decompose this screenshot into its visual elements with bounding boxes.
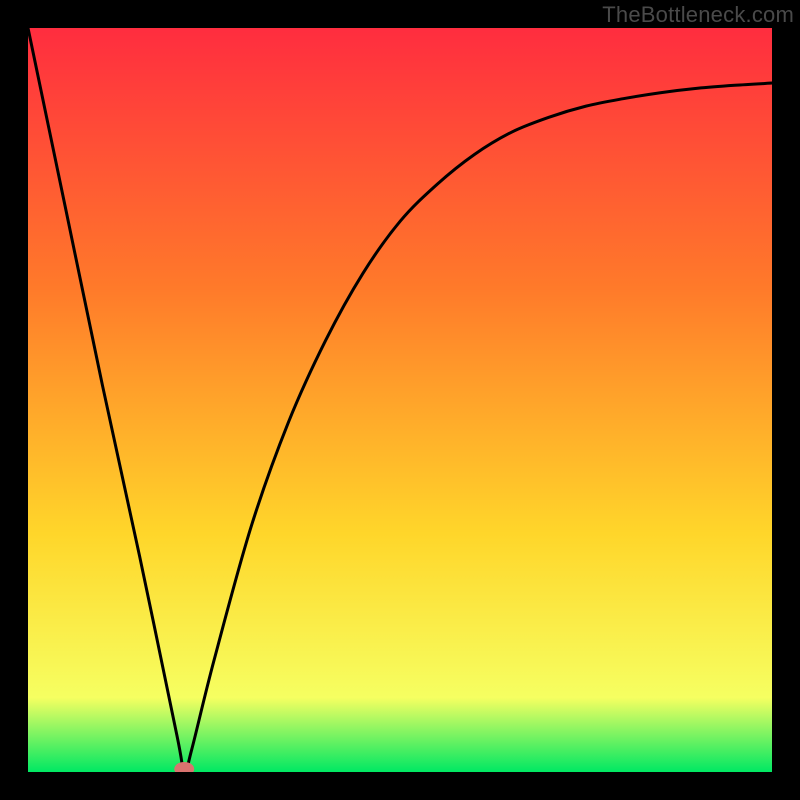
watermark-text: TheBottleneck.com [602,2,794,28]
gradient-background [28,28,772,772]
chart-svg [28,28,772,772]
chart-frame [28,28,772,772]
